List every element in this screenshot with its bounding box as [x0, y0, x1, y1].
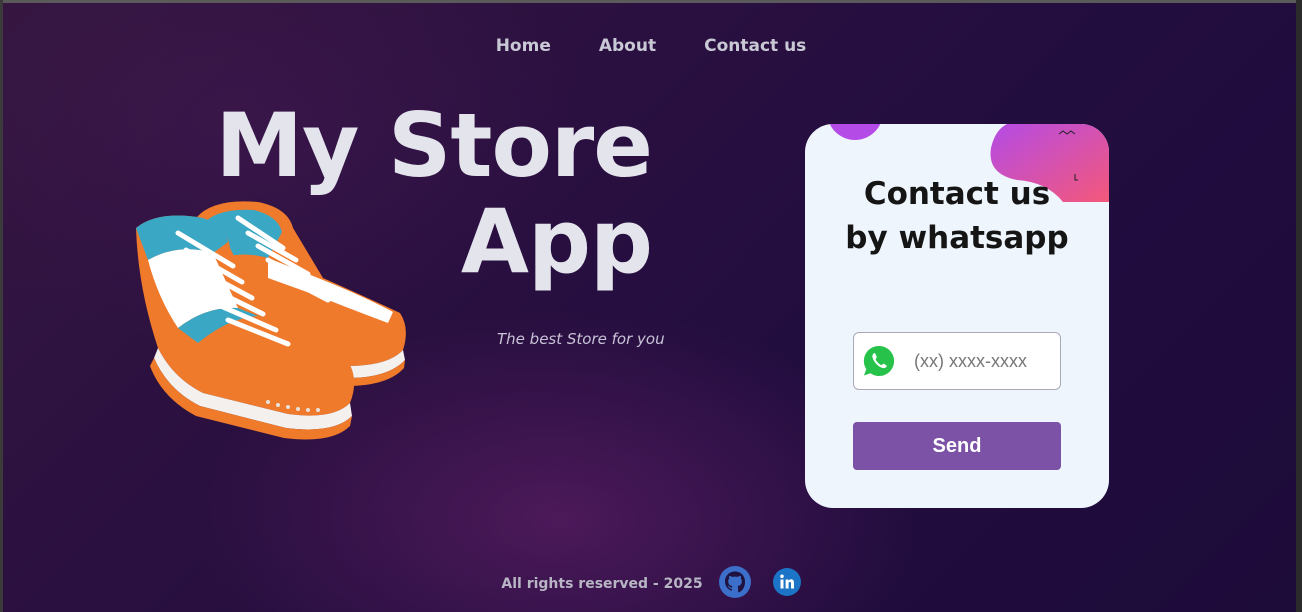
- hero-tagline: The best Store for you: [497, 330, 665, 348]
- contact-card-title: Contact us by whatsapp: [805, 172, 1109, 260]
- contact-card-title-line2: by whatsapp: [845, 220, 1069, 256]
- footer: All rights reserved - 2025: [0, 566, 1302, 602]
- decorative-blob-top-left: [829, 124, 881, 140]
- nav-contact-link[interactable]: Contact us: [704, 36, 806, 56]
- contact-card-title-line1: Contact us: [863, 176, 1051, 212]
- hero-title-line1: My Store: [215, 94, 653, 197]
- sneakers-image: [136, 201, 406, 440]
- contact-card: Contact us by whatsapp Send: [805, 124, 1109, 508]
- linkedin-link[interactable]: [772, 568, 801, 600]
- github-icon: [718, 566, 751, 598]
- footer-social-links: [718, 566, 801, 602]
- phone-input[interactable]: [912, 349, 1056, 373]
- linkedin-icon: [772, 568, 801, 596]
- github-link[interactable]: [718, 566, 751, 602]
- nav-about-link[interactable]: About: [599, 36, 656, 56]
- window-top-border: [0, 0, 1302, 3]
- footer-copyright: All rights reserved - 2025: [501, 576, 703, 592]
- phone-field: [853, 332, 1061, 390]
- window-left-border: [0, 0, 3, 612]
- whatsapp-icon: [863, 345, 895, 376]
- top-nav: Home About Contact us: [0, 36, 1302, 56]
- nav-home-link[interactable]: Home: [496, 36, 551, 56]
- window-right-border: [1296, 0, 1302, 612]
- send-button[interactable]: Send: [853, 422, 1061, 470]
